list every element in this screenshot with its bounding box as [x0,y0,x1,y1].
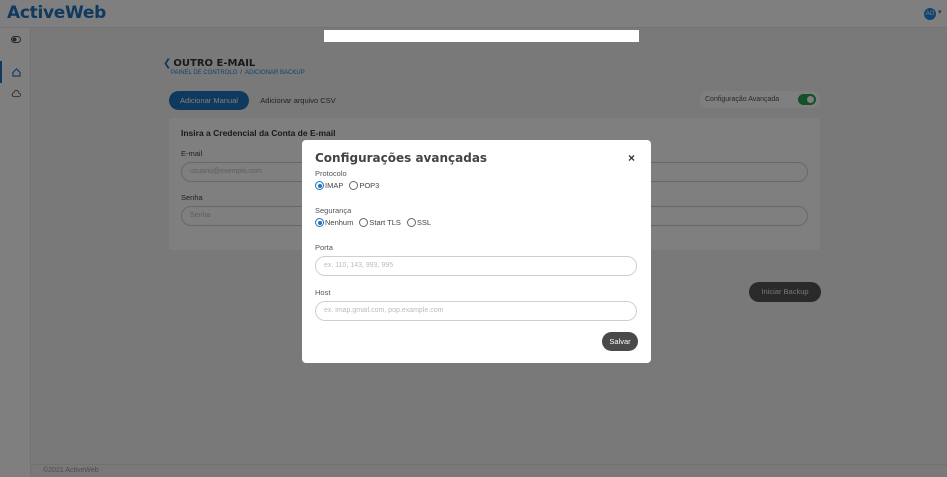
radio-pop3-label[interactable]: POP3 [359,181,379,190]
radio-none-label[interactable]: Nenhum [325,218,353,227]
radio-pop3-input[interactable] [349,181,359,190]
protocol-label: Protocolo [315,169,347,178]
save-button[interactable]: Salvar [602,332,638,351]
radio-imap[interactable]: IMAP [315,181,343,190]
radio-imap-input[interactable] [315,181,324,190]
radio-ssl-input[interactable] [406,218,416,227]
host-label: Host [315,288,331,297]
host-field[interactable]: ex. imap.gmail.com, pop.example.com [315,301,637,321]
close-icon[interactable]: × [628,151,635,165]
radio-ssl[interactable]: SSL [406,218,431,227]
security-label: Segurança [315,206,352,215]
radio-pop3[interactable]: POP3 [349,181,379,190]
notification-bar [324,30,639,42]
advanced-settings-modal: Configurações avançadas × Protocolo IMAP… [302,140,651,363]
radio-ssl-label[interactable]: SSL [417,218,431,227]
security-radio-group: Nenhum Start TLS SSL [315,218,437,227]
radio-none-input[interactable] [315,218,324,227]
radio-starttls-input[interactable] [359,218,369,227]
modal-title: Configurações avançadas [315,151,488,165]
port-field[interactable]: ex. 110, 143, 993, 995 [315,256,637,276]
radio-none[interactable]: Nenhum [315,218,353,227]
protocol-radio-group: IMAP POP3 [315,181,385,190]
port-label: Porta [315,243,333,252]
radio-starttls[interactable]: Start TLS [359,218,401,227]
radio-imap-label[interactable]: IMAP [325,181,343,190]
radio-starttls-label[interactable]: Start TLS [369,218,401,227]
